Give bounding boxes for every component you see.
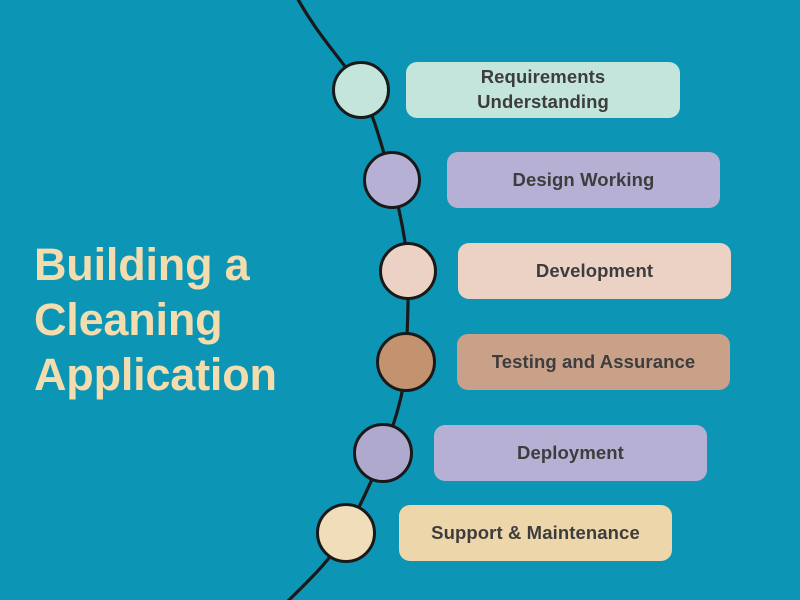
slide-canvas: Building a Cleaning Application Requirem… (0, 0, 800, 600)
step-node-2 (363, 151, 421, 209)
step-label-1[interactable]: Requirements Understanding (406, 62, 680, 118)
step-node-4 (376, 332, 436, 392)
step-label-5[interactable]: Deployment (434, 425, 707, 481)
page-title: Building a Cleaning Application (34, 239, 277, 400)
step-node-3 (379, 242, 437, 300)
step-label-6[interactable]: Support & Maintenance (399, 505, 672, 561)
step-node-5 (353, 423, 413, 483)
step-label-2[interactable]: Design Working (447, 152, 720, 208)
step-node-1 (332, 61, 390, 119)
step-label-3[interactable]: Development (458, 243, 731, 299)
step-label-4[interactable]: Testing and Assurance (457, 334, 730, 390)
step-node-6 (316, 503, 376, 563)
